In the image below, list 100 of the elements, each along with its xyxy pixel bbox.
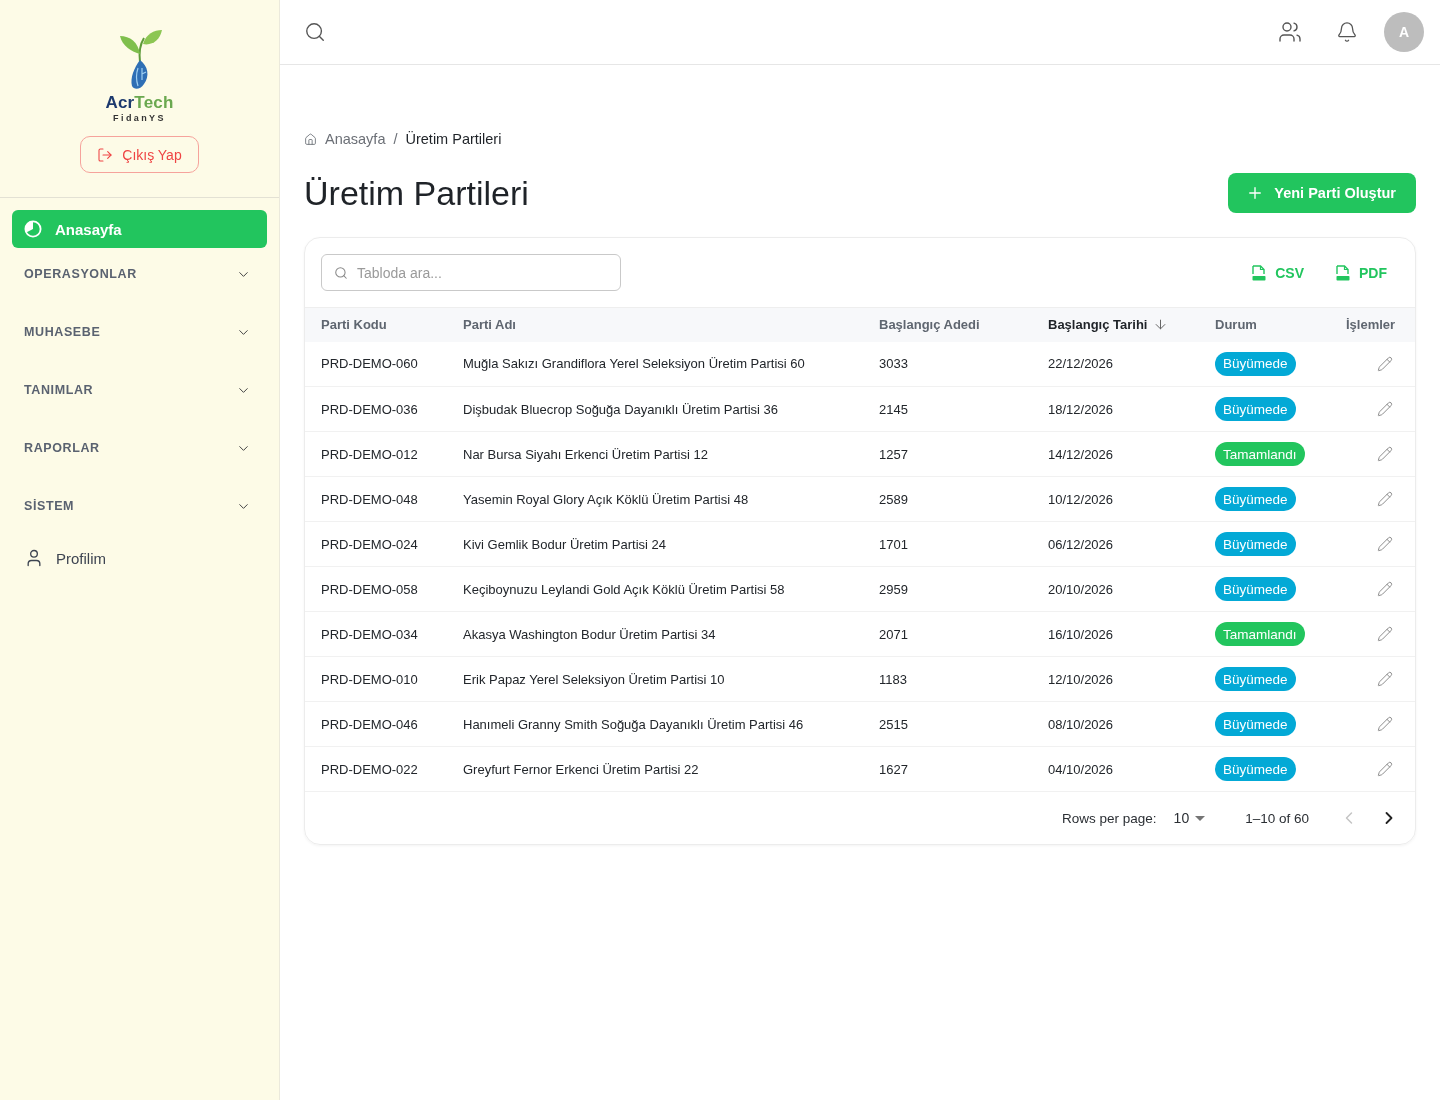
table-cell: 16/10/2026 xyxy=(1048,611,1215,657)
table-cell: PRD-DEMO-024 xyxy=(305,521,463,567)
status-badge: Tamamlandı xyxy=(1215,622,1305,646)
edit-button[interactable] xyxy=(1377,671,1393,688)
pencil-icon xyxy=(1377,671,1393,688)
table-cell: 2515 xyxy=(879,701,1048,747)
file-icon xyxy=(1336,264,1350,281)
edit-button[interactable] xyxy=(1377,491,1393,508)
edit-button[interactable] xyxy=(1377,401,1393,418)
edit-button[interactable] xyxy=(1377,356,1393,373)
sidebar-group[interactable]: OPERASYONLAR xyxy=(12,248,267,300)
table-cell: Greyfurt Fernor Erkenci Üretim Partisi 22 xyxy=(463,746,879,792)
table-cell: 1257 xyxy=(879,431,1048,477)
table-cell: PRD-DEMO-048 xyxy=(305,476,463,522)
table-cell: PRD-DEMO-022 xyxy=(305,746,463,792)
status-badge: Büyümede xyxy=(1215,712,1296,736)
table-cell: PRD-DEMO-058 xyxy=(305,566,463,612)
status-badge: Büyümede xyxy=(1215,532,1296,556)
caret-icon xyxy=(1195,815,1206,821)
edit-button[interactable] xyxy=(1377,446,1393,463)
breadcrumb-separator: / xyxy=(393,131,398,147)
pencil-icon xyxy=(1377,761,1393,778)
table-cell: 04/10/2026 xyxy=(1048,746,1215,792)
edit-button[interactable] xyxy=(1377,716,1393,733)
edit-button[interactable] xyxy=(1377,536,1393,553)
breadcrumb-link[interactable]: Üretim Partileri xyxy=(405,131,502,147)
pencil-icon xyxy=(1377,581,1393,598)
table-cell: Akasya Washington Bodur Üretim Partisi 34 xyxy=(463,611,879,657)
table-cell: PRD-DEMO-046 xyxy=(305,701,463,747)
table-cell: Erik Papaz Yerel Seleksiyon Üretim Partisi 10 xyxy=(463,656,879,702)
table-cell: 18/12/2026 xyxy=(1048,386,1215,432)
search-icon xyxy=(334,266,348,280)
table-cell: 10/12/2026 xyxy=(1048,476,1215,522)
logout-button[interactable]: Çıkış Yap xyxy=(80,136,199,173)
table-cell: PRD-DEMO-034 xyxy=(305,611,463,657)
status-badge: Büyümede xyxy=(1215,757,1296,781)
page-range: 1–10 of 60 xyxy=(1245,810,1309,826)
table-cell: 20/10/2026 xyxy=(1048,566,1215,612)
table-cell: 3033 xyxy=(879,341,1048,387)
table-cell: Muğla Sakızı Grandiflora Yerel Seleksiyon Üretim Partisi 60 xyxy=(463,341,879,387)
table-cell: Hanımeli Granny Smith Soğuğa Dayanıklı Üretim Partisi 46 xyxy=(463,701,879,747)
search-field[interactable]: Tabloda ara... xyxy=(321,254,621,291)
column-header[interactable]: Parti Kodu xyxy=(305,307,463,342)
pencil-icon xyxy=(1377,716,1393,733)
file-icon xyxy=(1252,264,1267,281)
table-cell: 06/12/2026 xyxy=(1048,521,1215,567)
pencil-icon xyxy=(1377,626,1393,643)
rows-per-page-label: Rows per page: xyxy=(1062,810,1157,826)
search-button[interactable] xyxy=(304,21,326,43)
table-cell: 12/10/2026 xyxy=(1048,656,1215,702)
page-title: Üretim Partileri xyxy=(304,173,529,213)
sidebar-group[interactable]: RAPORLAR xyxy=(12,422,267,474)
status-badge: Büyümede xyxy=(1215,397,1296,421)
pencil-icon xyxy=(1377,401,1393,418)
edit-button[interactable] xyxy=(1377,626,1393,643)
search-icon xyxy=(304,21,326,43)
column-header[interactable]: Parti Adı xyxy=(463,307,879,342)
edit-button[interactable] xyxy=(1377,761,1393,778)
sort-arrow-icon xyxy=(1153,317,1169,333)
breadcrumb-link[interactable]: Anasayfa xyxy=(325,131,386,147)
sidebar-item[interactable]: Profilim xyxy=(12,538,267,578)
users-button[interactable] xyxy=(1278,20,1302,44)
pencil-icon xyxy=(1377,491,1393,508)
brand-subtitle: FidanYS xyxy=(113,113,166,123)
sidebar-group[interactable]: MUHASEBE xyxy=(12,306,267,358)
column-header[interactable]: Durum xyxy=(1215,307,1346,342)
table-cell: Yasemin Royal Glory Açık Köklü Üretim Partisi 48 xyxy=(463,476,879,522)
table-cell: Nar Bursa Siyahı Erkenci Üretim Partisi 12 xyxy=(463,431,879,477)
status-badge: Büyümede xyxy=(1215,577,1296,601)
table-cell: 2145 xyxy=(879,386,1048,432)
table-cell: 08/10/2026 xyxy=(1048,701,1215,747)
sprout-logo-icon xyxy=(117,28,162,92)
rows-per-page-select[interactable]: 10 xyxy=(1173,808,1206,828)
table-cell: 14/12/2026 xyxy=(1048,431,1215,477)
pencil-icon xyxy=(1377,446,1393,463)
status-badge: Büyümede xyxy=(1215,487,1296,511)
column-header[interactable]: Başlangıç Tarihi xyxy=(1048,307,1215,342)
table-cell: 22/12/2026 xyxy=(1048,341,1215,387)
column-header[interactable]: İşlemler xyxy=(1346,307,1415,342)
table-cell: PRD-DEMO-060 xyxy=(305,341,463,387)
home-icon xyxy=(304,132,317,146)
brand-name: AcrTech xyxy=(105,94,174,111)
pencil-icon xyxy=(1377,356,1393,373)
sidebar-group[interactable]: TANIMLAR xyxy=(12,364,267,416)
notifications-button[interactable] xyxy=(1336,21,1358,43)
table-cell: 2589 xyxy=(879,476,1048,522)
table-cell: PRD-DEMO-012 xyxy=(305,431,463,477)
edit-button[interactable] xyxy=(1377,581,1393,598)
table-cell: PRD-DEMO-010 xyxy=(305,656,463,702)
users-icon xyxy=(1278,20,1302,44)
column-header[interactable]: Başlangıç Adedi xyxy=(879,307,1048,342)
table-cell: 2959 xyxy=(879,566,1048,612)
pencil-icon xyxy=(1377,536,1393,553)
table-cell: 1627 xyxy=(879,746,1048,792)
table-cell: PRD-DEMO-036 xyxy=(305,386,463,432)
sidebar-group[interactable]: SİSTEM xyxy=(12,480,267,532)
status-badge: Büyümede xyxy=(1215,351,1296,376)
pie-chart-icon xyxy=(24,220,42,238)
status-badge: Tamamlandı xyxy=(1215,442,1305,466)
table-cell: 1701 xyxy=(879,521,1048,567)
